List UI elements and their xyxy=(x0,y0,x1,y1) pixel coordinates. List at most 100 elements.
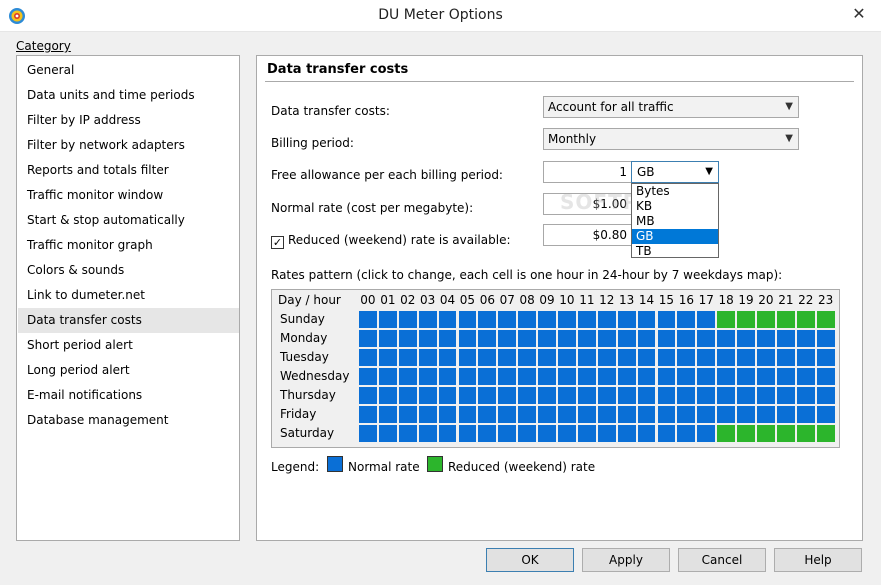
rate-cell[interactable] xyxy=(656,386,677,405)
rate-cell[interactable] xyxy=(437,386,458,405)
rate-cell[interactable] xyxy=(557,310,577,329)
rate-cell[interactable] xyxy=(596,424,617,443)
category-item[interactable]: Traffic monitor window xyxy=(18,183,239,208)
rate-cell[interactable] xyxy=(557,424,577,443)
rate-cell[interactable] xyxy=(377,367,398,386)
rate-cell[interactable] xyxy=(497,405,518,424)
rate-cell[interactable] xyxy=(636,424,657,443)
rate-cell[interactable] xyxy=(537,367,557,386)
unit-combo[interactable]: GB ▼ xyxy=(631,161,719,183)
rate-cell[interactable] xyxy=(815,424,836,443)
rate-cell[interactable] xyxy=(756,310,776,329)
rate-cell[interactable] xyxy=(636,386,657,405)
rate-cell[interactable] xyxy=(457,405,478,424)
rate-cell[interactable] xyxy=(517,386,538,405)
unit-option[interactable]: GB xyxy=(632,229,718,244)
category-list[interactable]: General Data units and time periods Filter… xyxy=(16,55,240,541)
rate-cell[interactable] xyxy=(676,386,697,405)
rate-cell[interactable] xyxy=(775,310,796,329)
rate-cell[interactable] xyxy=(377,348,398,367)
rate-cell[interactable] xyxy=(437,348,458,367)
rate-cell[interactable] xyxy=(377,329,398,348)
unit-option[interactable]: TB xyxy=(632,244,718,259)
rate-cell[interactable] xyxy=(696,405,717,424)
rate-cell[interactable] xyxy=(517,329,538,348)
category-item[interactable]: Data units and time periods xyxy=(18,83,239,108)
allowance-input[interactable]: 1 xyxy=(543,161,632,183)
rate-cell[interactable] xyxy=(696,424,717,443)
rate-cell[interactable] xyxy=(358,424,378,443)
rate-cell[interactable] xyxy=(537,424,557,443)
rate-cell[interactable] xyxy=(477,310,498,329)
rate-cell[interactable] xyxy=(616,310,637,329)
rate-cell[interactable] xyxy=(397,310,418,329)
rate-cell[interactable] xyxy=(596,329,617,348)
rate-cell[interactable] xyxy=(417,329,438,348)
rate-cell[interactable] xyxy=(497,386,518,405)
billing-combo[interactable]: Monthly ▼ xyxy=(543,128,799,150)
rate-cell[interactable] xyxy=(616,386,637,405)
category-item[interactable]: Reports and totals filter xyxy=(18,158,239,183)
rate-cell[interactable] xyxy=(736,424,756,443)
rate-cell[interactable] xyxy=(656,424,677,443)
rate-cell[interactable] xyxy=(457,310,478,329)
category-item[interactable]: Start & stop automatically xyxy=(18,208,239,233)
rate-cell[interactable] xyxy=(497,348,518,367)
reduced-rate-input[interactable]: $0.80 xyxy=(543,224,632,246)
rate-cell[interactable] xyxy=(616,405,637,424)
rate-cell[interactable] xyxy=(457,367,478,386)
normal-rate-input[interactable]: $1.00 xyxy=(543,193,632,215)
rate-cell[interactable] xyxy=(775,386,796,405)
rate-cell[interactable] xyxy=(537,310,557,329)
rate-cell[interactable] xyxy=(477,424,498,443)
rate-cell[interactable] xyxy=(696,310,717,329)
rate-cell[interactable] xyxy=(716,367,737,386)
rate-cell[interactable] xyxy=(775,348,796,367)
apply-button[interactable]: Apply xyxy=(582,548,670,572)
rate-cell[interactable] xyxy=(437,424,458,443)
rate-cell[interactable] xyxy=(596,405,617,424)
rate-cell[interactable] xyxy=(517,348,538,367)
category-item[interactable]: Short period alert xyxy=(18,333,239,358)
rate-cell[interactable] xyxy=(517,367,538,386)
rate-cell[interactable] xyxy=(377,386,398,405)
rate-cell[interactable] xyxy=(537,386,557,405)
category-item[interactable]: Data transfer costs xyxy=(18,308,239,333)
rate-cell[interactable] xyxy=(736,329,756,348)
help-button[interactable]: Help xyxy=(774,548,862,572)
rate-cell[interactable] xyxy=(457,329,478,348)
rate-cell[interactable] xyxy=(616,424,637,443)
rate-cell[interactable] xyxy=(636,310,657,329)
category-item[interactable]: General xyxy=(18,58,239,83)
rate-cell[interactable] xyxy=(636,348,657,367)
rate-cell[interactable] xyxy=(576,329,597,348)
rate-cell[interactable] xyxy=(557,329,577,348)
rate-cell[interactable] xyxy=(815,386,836,405)
rate-cell[interactable] xyxy=(477,329,498,348)
rate-cell[interactable] xyxy=(795,367,816,386)
rate-cell[interactable] xyxy=(457,386,478,405)
rate-cell[interactable] xyxy=(616,367,637,386)
rate-cell[interactable] xyxy=(795,329,816,348)
rate-cell[interactable] xyxy=(775,329,796,348)
rate-cell[interactable] xyxy=(636,329,657,348)
rate-cell[interactable] xyxy=(616,329,637,348)
rates-pattern-grid[interactable]: Day / hour 00 01 02 03 04 05 06 07 08 09 10 11 12 13 1… xyxy=(271,289,840,448)
category-item[interactable]: Traffic monitor graph xyxy=(18,233,239,258)
rate-cell[interactable] xyxy=(795,348,816,367)
rate-cell[interactable] xyxy=(656,405,677,424)
rate-cell[interactable] xyxy=(576,348,597,367)
rate-cell[interactable] xyxy=(696,367,717,386)
rate-cell[interactable] xyxy=(716,348,737,367)
rate-cell[interactable] xyxy=(756,386,776,405)
rate-cell[interactable] xyxy=(636,367,657,386)
rate-cell[interactable] xyxy=(358,367,378,386)
rate-cell[interactable] xyxy=(616,348,637,367)
ok-button[interactable]: OK xyxy=(486,548,574,572)
rate-cell[interactable] xyxy=(417,386,438,405)
rate-cell[interactable] xyxy=(716,386,737,405)
category-item[interactable]: Filter by IP address xyxy=(18,108,239,133)
rate-cell[interactable] xyxy=(656,348,677,367)
costs-combo[interactable]: Account for all traffic ▼ xyxy=(543,96,799,118)
rate-cell[interactable] xyxy=(795,386,816,405)
